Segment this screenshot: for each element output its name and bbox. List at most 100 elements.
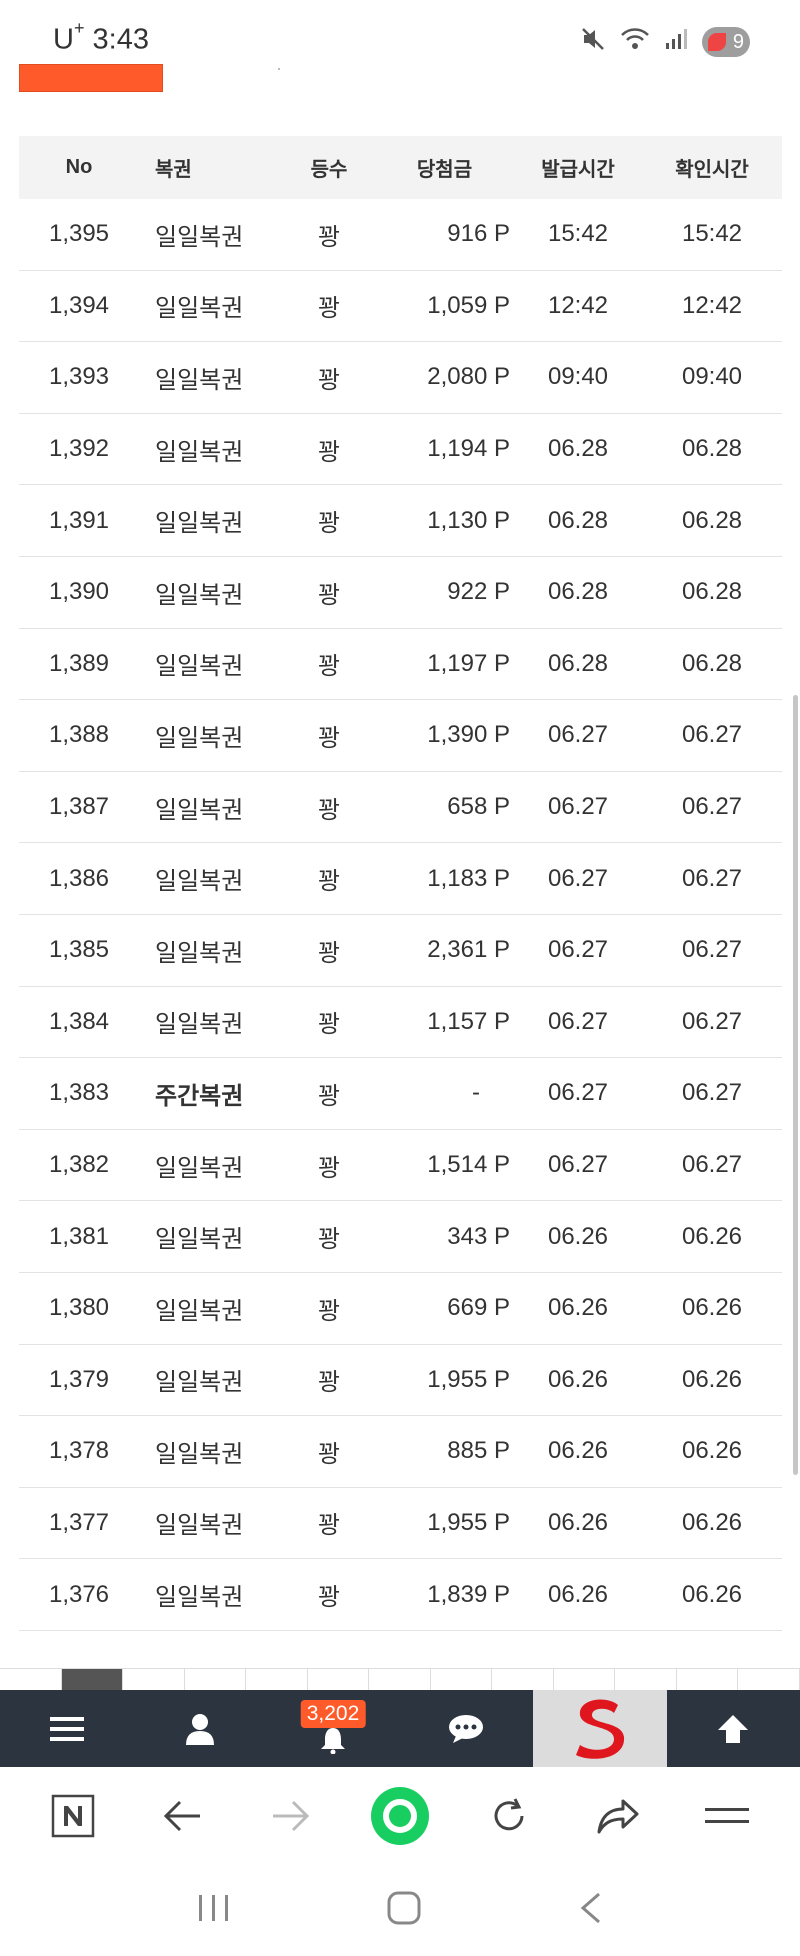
page-cell[interactable]	[492, 1668, 554, 1690]
table-row[interactable]: 1,382 일일복권 꽝 1,514 P 06.27 06.27	[19, 1130, 782, 1202]
system-navigation	[0, 1864, 800, 1956]
table-row[interactable]: 1,378 일일복권 꽝 885 P 06.26 06.26	[19, 1416, 782, 1488]
cell-checked: 06.27	[681, 721, 743, 749]
cell-name: 일일복권	[155, 581, 244, 609]
table-row[interactable]: 1,380 일일복권 꽝 669 P 06.26 06.26	[19, 1273, 782, 1345]
orange-tab-button[interactable]	[19, 64, 163, 92]
cell-no: 1,381	[48, 1222, 110, 1250]
table-row[interactable]: 1,379 일일복권 꽝 1,955 P 06.26 06.26	[19, 1345, 782, 1417]
table-row[interactable]: 1,381 일일복권 꽝 343 P 06.26 06.26	[19, 1201, 782, 1273]
cell-checked: 06.27	[681, 864, 743, 892]
cell-prize: 2,080 P	[427, 363, 510, 391]
cell-prize: -	[472, 1079, 480, 1107]
cell-name: 주간복권	[155, 1082, 244, 1110]
system-home-button[interactable]	[386, 1890, 422, 1931]
cell-issued: 06.27	[547, 1007, 609, 1035]
recent-apps-button[interactable]	[197, 1893, 231, 1928]
carrier-sup: +	[73, 18, 85, 38]
page-cell[interactable]	[307, 1668, 370, 1690]
cell-name: 일일복권	[155, 868, 244, 896]
cell-prize: 2,361 P	[427, 936, 510, 964]
page-cell[interactable]	[246, 1668, 308, 1690]
page-cell[interactable]	[738, 1668, 800, 1690]
chat-icon	[449, 1714, 484, 1743]
cell-rank: 꽝	[317, 724, 341, 752]
clock: 3:43	[92, 23, 149, 56]
scroll-top-button[interactable]	[667, 1690, 800, 1767]
table-row[interactable]: 1,385 일일복권 꽝 2,361 P 06.27 06.27	[19, 915, 782, 987]
cell-issued: 06.27	[547, 1151, 609, 1179]
arrow-up-icon	[718, 1714, 749, 1743]
header-issued: 발급시간	[541, 159, 615, 181]
cell-issued: 06.26	[547, 1222, 609, 1250]
browser-toolbar	[0, 1767, 800, 1864]
cell-name: 일일복권	[155, 1011, 244, 1039]
back-button[interactable]	[147, 1781, 217, 1851]
reload-button[interactable]	[474, 1781, 544, 1851]
page-cell[interactable]	[430, 1668, 493, 1690]
cell-checked: 06.26	[681, 1508, 743, 1536]
share-icon	[597, 1799, 639, 1833]
carrier-label: U	[53, 23, 74, 56]
page-cell[interactable]	[0, 1668, 62, 1690]
battery-level: 9	[732, 30, 744, 53]
scrollbar[interactable]	[793, 695, 798, 1475]
table-row[interactable]: 1,387 일일복권 꽝 658 P 06.27 06.27	[19, 772, 782, 844]
browser-menu-button[interactable]	[692, 1781, 762, 1851]
table-row[interactable]: 1,383 주간복권 꽝 - 06.27 06.27	[19, 1058, 782, 1130]
page-cell[interactable]	[184, 1668, 247, 1690]
cell-issued: 06.27	[547, 793, 609, 821]
cell-prize: 1,130 P	[427, 506, 510, 534]
notification-button[interactable]: 3,202	[266, 1690, 399, 1767]
page-cell[interactable]	[676, 1668, 739, 1690]
cell-no: 1,387	[48, 793, 110, 821]
lottery-table: No 복권 등수 당첨금 발급시간 확인시간 1,395 일일복권 꽝 916 P 15…	[19, 136, 782, 1631]
cell-issued: 06.27	[547, 936, 609, 964]
naver-icon	[51, 1794, 94, 1837]
page-cell-active[interactable]	[61, 1668, 124, 1690]
table-row[interactable]: 1,376 일일복권 꽝 1,839 P 06.26 06.26	[19, 1559, 782, 1631]
cell-issued: 06.26	[547, 1294, 609, 1322]
mute-icon	[580, 26, 606, 57]
cell-issued: 06.27	[547, 721, 609, 749]
table-row[interactable]: 1,390 일일복권 꽝 922 P 06.28 06.28	[19, 557, 782, 629]
cell-checked: 06.28	[681, 578, 743, 606]
pagination	[0, 1668, 800, 1690]
table-row[interactable]: 1,392 일일복권 꽝 1,194 P 06.28 06.28	[19, 414, 782, 486]
cell-no: 1,380	[48, 1294, 110, 1322]
table-row[interactable]: 1,389 일일복권 꽝 1,197 P 06.28 06.28	[19, 629, 782, 701]
cell-prize: 916 P	[447, 220, 510, 248]
home-button[interactable]	[365, 1781, 435, 1851]
home-green-icon	[370, 1786, 429, 1845]
table-row[interactable]: 1,393 일일복권 꽝 2,080 P 09:40 09:40	[19, 342, 782, 414]
profile-button[interactable]	[133, 1690, 266, 1767]
cell-name: 일일복권	[155, 1226, 244, 1254]
menu-icon	[49, 1716, 84, 1741]
table-row[interactable]: 1,384 일일복권 꽝 1,157 P 06.27 06.27	[19, 987, 782, 1059]
table-row[interactable]: 1,394 일일복권 꽝 1,059 P 12:42 12:42	[19, 271, 782, 343]
cell-no: 1,390	[48, 578, 110, 606]
naver-button[interactable]	[38, 1781, 108, 1851]
page-cell[interactable]	[553, 1668, 616, 1690]
page-cell[interactable]	[123, 1668, 185, 1690]
menu-button[interactable]	[0, 1690, 133, 1767]
cell-no: 1,388	[48, 721, 110, 749]
table-row[interactable]: 1,391 일일복권 꽝 1,130 P 06.28 06.28	[19, 485, 782, 557]
share-button[interactable]	[583, 1781, 653, 1851]
table-row[interactable]: 1,395 일일복권 꽝 916 P 15:42 15:42	[19, 199, 782, 271]
cell-issued: 06.26	[547, 1508, 609, 1536]
cell-prize: 1,390 P	[427, 721, 510, 749]
forward-button[interactable]	[256, 1781, 326, 1851]
table-row[interactable]: 1,388 일일복권 꽝 1,390 P 06.27 06.27	[19, 700, 782, 772]
table-row[interactable]: 1,377 일일복권 꽝 1,955 P 06.26 06.26	[19, 1488, 782, 1560]
table-row[interactable]: 1,386 일일복권 꽝 1,183 P 06.27 06.27	[19, 843, 782, 915]
system-back-button[interactable]	[577, 1891, 603, 1930]
cell-checked: 12:42	[681, 291, 743, 319]
page-cell[interactable]	[369, 1668, 431, 1690]
chat-button[interactable]	[400, 1690, 533, 1767]
site-logo[interactable]	[532, 1690, 667, 1767]
cell-checked: 06.26	[681, 1365, 743, 1393]
cell-prize: 885 P	[447, 1437, 510, 1465]
cell-prize: 1,955 P	[427, 1365, 510, 1393]
page-cell[interactable]	[615, 1668, 677, 1690]
